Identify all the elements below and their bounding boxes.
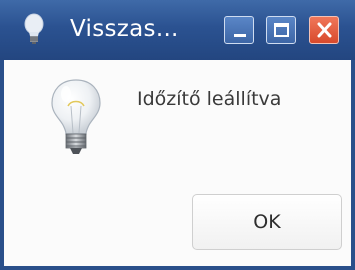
lightbulb-icon: [46, 76, 106, 158]
window-title: Visszas...: [70, 16, 179, 42]
close-button[interactable]: [309, 16, 339, 44]
minimize-icon: [234, 34, 246, 37]
ok-button[interactable]: OK: [192, 194, 342, 250]
minimize-button[interactable]: [224, 16, 254, 44]
title-bar[interactable]: Visszas...: [0, 0, 355, 60]
maximize-icon: [274, 23, 289, 37]
maximize-button[interactable]: [266, 16, 296, 44]
lightbulb-icon: [20, 12, 48, 46]
dialog-message: Időzítő leállítva: [137, 88, 282, 110]
dialog-body: Időzítő leállítva OK: [4, 60, 351, 266]
close-icon: [317, 22, 332, 38]
dialog-window: Visszas... Időzítő leállítva OK: [0, 0, 355, 270]
